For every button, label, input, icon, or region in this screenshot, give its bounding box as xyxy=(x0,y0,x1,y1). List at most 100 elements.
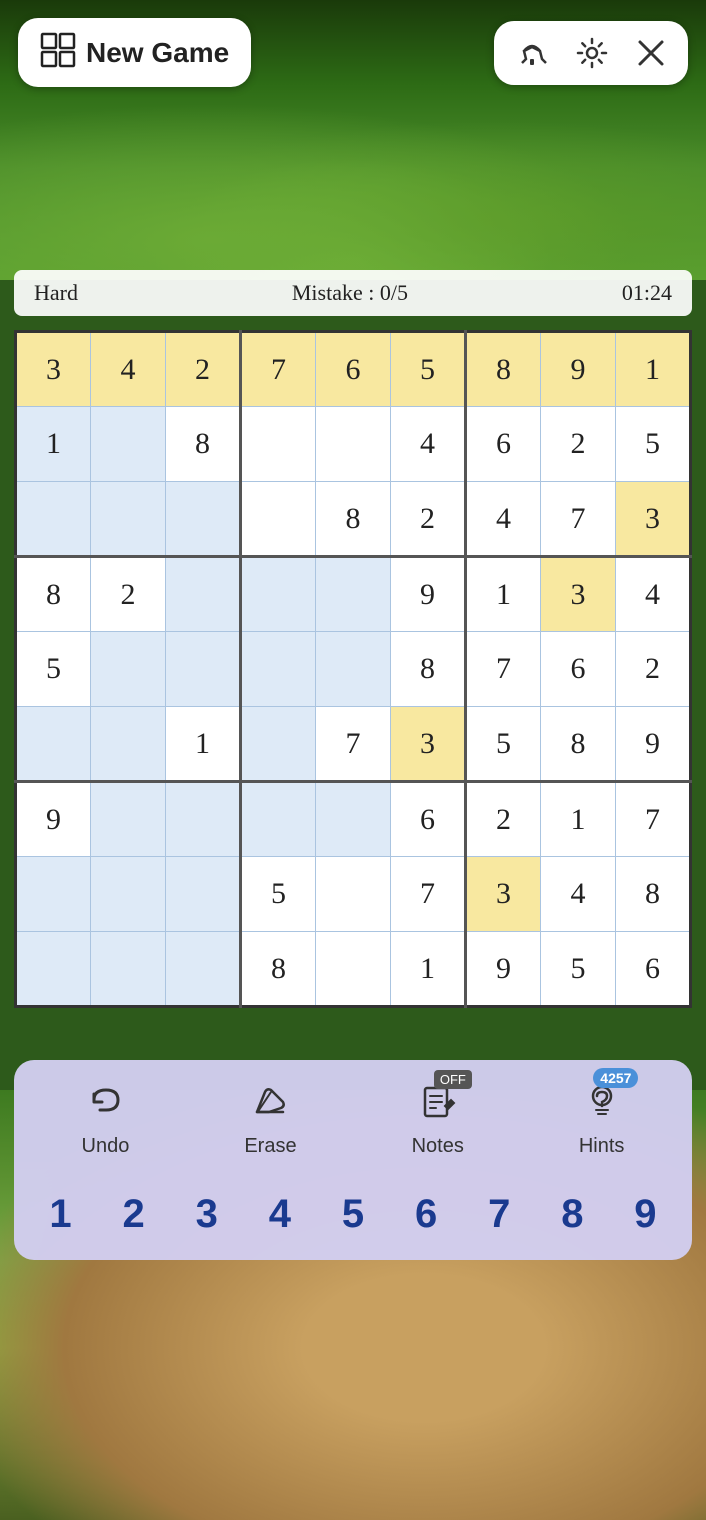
number-pad-5[interactable]: 5 xyxy=(323,1184,383,1244)
sudoku-cell[interactable] xyxy=(166,482,241,557)
sudoku-cell[interactable] xyxy=(91,707,166,782)
sudoku-cell[interactable]: 1 xyxy=(16,407,91,482)
sudoku-cell[interactable]: 1 xyxy=(616,332,691,407)
sudoku-cell[interactable]: 1 xyxy=(466,557,541,632)
sudoku-cell[interactable]: 7 xyxy=(316,707,391,782)
sudoku-cell[interactable]: 3 xyxy=(466,857,541,932)
sudoku-cell[interactable]: 7 xyxy=(541,482,616,557)
sudoku-cell[interactable]: 4 xyxy=(466,482,541,557)
sudoku-cell[interactable]: 2 xyxy=(466,782,541,857)
sudoku-cell[interactable]: 5 xyxy=(541,932,616,1007)
erase-button[interactable]: Erase xyxy=(234,1078,306,1162)
sudoku-cell[interactable] xyxy=(241,632,316,707)
sudoku-cell[interactable]: 6 xyxy=(316,332,391,407)
sudoku-cell[interactable]: 8 xyxy=(541,707,616,782)
sudoku-cell[interactable]: 7 xyxy=(391,857,466,932)
sudoku-cell[interactable]: 7 xyxy=(466,632,541,707)
number-pad-7[interactable]: 7 xyxy=(469,1184,529,1244)
sudoku-cell[interactable]: 2 xyxy=(391,482,466,557)
sudoku-cell[interactable]: 2 xyxy=(616,632,691,707)
sudoku-cell[interactable]: 9 xyxy=(541,332,616,407)
notes-button[interactable]: OFF Notes xyxy=(402,1078,474,1162)
number-pad-9[interactable]: 9 xyxy=(615,1184,675,1244)
sudoku-cell[interactable]: 4 xyxy=(91,332,166,407)
sudoku-cell[interactable]: 8 xyxy=(241,932,316,1007)
sudoku-cell[interactable] xyxy=(91,407,166,482)
sudoku-cell[interactable] xyxy=(91,932,166,1007)
number-pad-4[interactable]: 4 xyxy=(250,1184,310,1244)
number-pad-1[interactable]: 1 xyxy=(31,1184,91,1244)
sudoku-cell[interactable] xyxy=(16,482,91,557)
sudoku-cell[interactable]: 8 xyxy=(616,857,691,932)
sudoku-cell[interactable] xyxy=(166,557,241,632)
sudoku-cell[interactable] xyxy=(16,932,91,1007)
sudoku-cell[interactable] xyxy=(91,632,166,707)
sudoku-cell[interactable] xyxy=(166,857,241,932)
sudoku-cell[interactable]: 2 xyxy=(91,557,166,632)
sudoku-cell[interactable] xyxy=(16,707,91,782)
sudoku-cell[interactable] xyxy=(241,482,316,557)
sudoku-cell[interactable]: 3 xyxy=(391,707,466,782)
sudoku-cell[interactable]: 4 xyxy=(541,857,616,932)
sudoku-cell[interactable] xyxy=(166,632,241,707)
sudoku-cell[interactable]: 8 xyxy=(166,407,241,482)
sudoku-cell[interactable]: 9 xyxy=(391,557,466,632)
settings-button[interactable] xyxy=(562,31,622,75)
sudoku-cell[interactable]: 7 xyxy=(616,782,691,857)
number-pad-6[interactable]: 6 xyxy=(396,1184,456,1244)
theme-button[interactable] xyxy=(502,31,562,75)
sudoku-cell[interactable]: 8 xyxy=(16,557,91,632)
sudoku-cell[interactable]: 4 xyxy=(391,407,466,482)
sudoku-cell[interactable] xyxy=(316,632,391,707)
sudoku-cell[interactable] xyxy=(316,407,391,482)
sudoku-cell[interactable]: 9 xyxy=(466,932,541,1007)
number-pad-2[interactable]: 2 xyxy=(104,1184,164,1244)
sudoku-cell[interactable] xyxy=(316,557,391,632)
sudoku-cell[interactable]: 6 xyxy=(616,932,691,1007)
sudoku-cell[interactable] xyxy=(241,707,316,782)
number-pad-8[interactable]: 8 xyxy=(542,1184,602,1244)
sudoku-cell[interactable]: 8 xyxy=(466,332,541,407)
sudoku-cell[interactable]: 2 xyxy=(541,407,616,482)
sudoku-cell[interactable] xyxy=(91,857,166,932)
sudoku-cell[interactable] xyxy=(91,782,166,857)
sudoku-cell[interactable]: 7 xyxy=(241,332,316,407)
sudoku-cell[interactable]: 5 xyxy=(241,857,316,932)
notes-label: Notes xyxy=(412,1135,464,1158)
sudoku-cell[interactable]: 1 xyxy=(391,932,466,1007)
sudoku-cell[interactable]: 6 xyxy=(541,632,616,707)
sudoku-cell[interactable]: 1 xyxy=(166,707,241,782)
number-pad-3[interactable]: 3 xyxy=(177,1184,237,1244)
sudoku-cell[interactable] xyxy=(316,857,391,932)
sudoku-cell[interactable] xyxy=(241,407,316,482)
sudoku-cell[interactable]: 8 xyxy=(391,632,466,707)
sudoku-cell[interactable] xyxy=(316,782,391,857)
status-bar: Hard Mistake : 0/5 01:24 xyxy=(14,270,692,316)
close-button[interactable] xyxy=(622,32,680,74)
sudoku-cell[interactable] xyxy=(16,857,91,932)
sudoku-cell[interactable] xyxy=(166,932,241,1007)
sudoku-cell[interactable]: 9 xyxy=(16,782,91,857)
sudoku-cell[interactable]: 2 xyxy=(166,332,241,407)
sudoku-cell[interactable]: 5 xyxy=(466,707,541,782)
sudoku-cell[interactable] xyxy=(241,782,316,857)
sudoku-cell[interactable]: 3 xyxy=(616,482,691,557)
hints-button[interactable]: 4257 Hints xyxy=(569,1078,635,1162)
sudoku-cell[interactable]: 9 xyxy=(616,707,691,782)
sudoku-cell[interactable]: 1 xyxy=(541,782,616,857)
sudoku-cell[interactable]: 4 xyxy=(616,557,691,632)
sudoku-cell[interactable]: 6 xyxy=(466,407,541,482)
sudoku-cell[interactable] xyxy=(241,557,316,632)
sudoku-cell[interactable] xyxy=(91,482,166,557)
new-game-button[interactable]: New Game xyxy=(18,18,251,87)
sudoku-cell[interactable]: 8 xyxy=(316,482,391,557)
sudoku-cell[interactable]: 5 xyxy=(616,407,691,482)
sudoku-cell[interactable]: 3 xyxy=(16,332,91,407)
sudoku-cell[interactable]: 6 xyxy=(391,782,466,857)
sudoku-cell[interactable]: 5 xyxy=(16,632,91,707)
sudoku-cell[interactable] xyxy=(166,782,241,857)
sudoku-cell[interactable]: 3 xyxy=(541,557,616,632)
sudoku-cell[interactable] xyxy=(316,932,391,1007)
sudoku-cell[interactable]: 5 xyxy=(391,332,466,407)
undo-button[interactable]: Undo xyxy=(72,1078,140,1162)
